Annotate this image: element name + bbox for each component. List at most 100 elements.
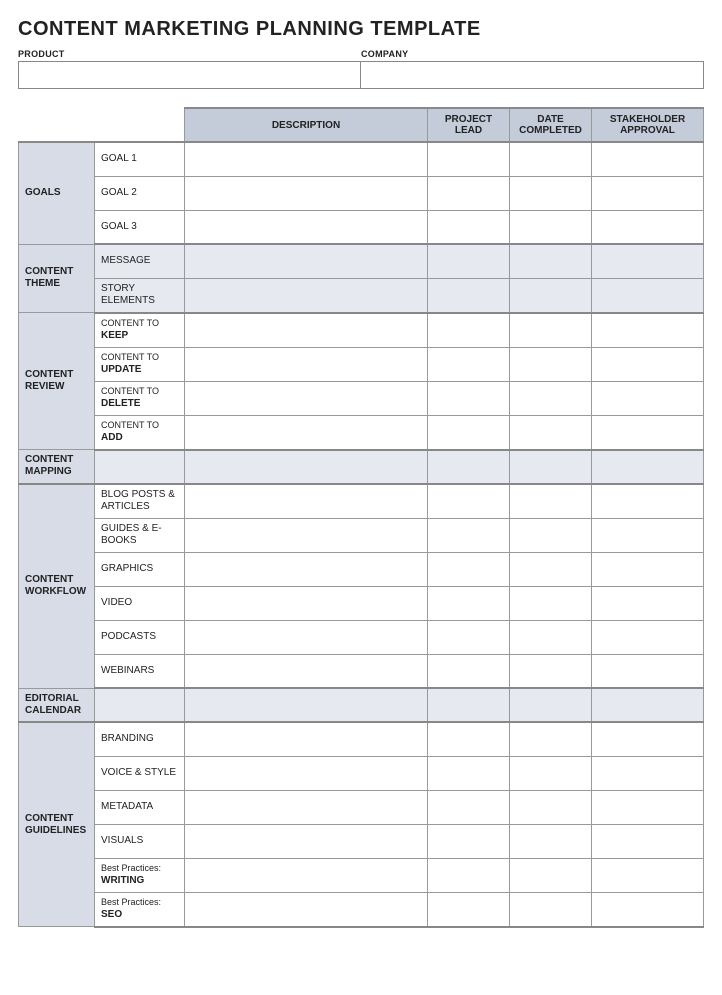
cell-lead[interactable] xyxy=(428,210,510,244)
cell-approval[interactable] xyxy=(592,688,704,722)
cell-desc[interactable] xyxy=(185,210,428,244)
cell-date[interactable] xyxy=(510,313,592,348)
cell-approval[interactable] xyxy=(592,381,704,415)
cell-date[interactable] xyxy=(510,278,592,313)
cell-lead[interactable] xyxy=(428,790,510,824)
sub-delete: CONTENT TODELETE xyxy=(95,381,185,415)
cell-date[interactable] xyxy=(510,824,592,858)
cell-approval[interactable] xyxy=(592,244,704,278)
cell-approval[interactable] xyxy=(592,450,704,484)
cell-date[interactable] xyxy=(510,484,592,519)
cell-approval[interactable] xyxy=(592,313,704,348)
cell-lead[interactable] xyxy=(428,586,510,620)
cell-desc[interactable] xyxy=(185,415,428,450)
cell-lead[interactable] xyxy=(428,552,510,586)
cell-date[interactable] xyxy=(510,654,592,688)
cell-lead[interactable] xyxy=(428,892,510,927)
cell-desc[interactable] xyxy=(185,347,428,381)
cell-date[interactable] xyxy=(510,688,592,722)
cell-desc[interactable] xyxy=(185,381,428,415)
cell-date[interactable] xyxy=(510,415,592,450)
cell-date[interactable] xyxy=(510,518,592,552)
cell-approval[interactable] xyxy=(592,824,704,858)
cell-desc[interactable] xyxy=(185,518,428,552)
cell-lead[interactable] xyxy=(428,484,510,519)
cell-approval[interactable] xyxy=(592,586,704,620)
cell-lead[interactable] xyxy=(428,381,510,415)
cell-lead[interactable] xyxy=(428,722,510,756)
cell-date[interactable] xyxy=(510,756,592,790)
cell-date[interactable] xyxy=(510,142,592,176)
cell-lead[interactable] xyxy=(428,654,510,688)
cell-lead[interactable] xyxy=(428,244,510,278)
cell-approval[interactable] xyxy=(592,892,704,927)
cell-desc[interactable] xyxy=(185,244,428,278)
cell-lead[interactable] xyxy=(428,313,510,348)
cell-desc[interactable] xyxy=(185,756,428,790)
cell-approval[interactable] xyxy=(592,790,704,824)
sub-update: CONTENT TOUPDATE xyxy=(95,347,185,381)
cell-date[interactable] xyxy=(510,620,592,654)
cell-desc[interactable] xyxy=(185,586,428,620)
cell-lead[interactable] xyxy=(428,858,510,892)
sub-bp-seo: Best Practices:SEO xyxy=(95,892,185,927)
cell-desc[interactable] xyxy=(185,176,428,210)
cell-desc[interactable] xyxy=(185,620,428,654)
cell-lead[interactable] xyxy=(428,415,510,450)
cell-desc[interactable] xyxy=(185,313,428,348)
sub-editorial xyxy=(95,688,185,722)
cell-approval[interactable] xyxy=(592,858,704,892)
section-content-mapping: CONTENT MAPPING xyxy=(19,450,95,484)
cell-desc[interactable] xyxy=(185,858,428,892)
cell-approval[interactable] xyxy=(592,142,704,176)
cell-desc[interactable] xyxy=(185,654,428,688)
cell-approval[interactable] xyxy=(592,722,704,756)
cell-desc[interactable] xyxy=(185,892,428,927)
cell-approval[interactable] xyxy=(592,415,704,450)
cell-lead[interactable] xyxy=(428,450,510,484)
cell-lead[interactable] xyxy=(428,278,510,313)
cell-approval[interactable] xyxy=(592,347,704,381)
cell-approval[interactable] xyxy=(592,278,704,313)
cell-desc[interactable] xyxy=(185,790,428,824)
cell-approval[interactable] xyxy=(592,484,704,519)
cell-approval[interactable] xyxy=(592,756,704,790)
product-input[interactable] xyxy=(18,61,361,89)
cell-desc[interactable] xyxy=(185,688,428,722)
cell-approval[interactable] xyxy=(592,620,704,654)
cell-desc[interactable] xyxy=(185,722,428,756)
cell-date[interactable] xyxy=(510,210,592,244)
cell-approval[interactable] xyxy=(592,654,704,688)
cell-lead[interactable] xyxy=(428,176,510,210)
cell-desc[interactable] xyxy=(185,824,428,858)
cell-approval[interactable] xyxy=(592,210,704,244)
cell-desc[interactable] xyxy=(185,552,428,586)
cell-lead[interactable] xyxy=(428,688,510,722)
cell-desc[interactable] xyxy=(185,484,428,519)
cell-date[interactable] xyxy=(510,552,592,586)
cell-lead[interactable] xyxy=(428,142,510,176)
cell-date[interactable] xyxy=(510,722,592,756)
cell-date[interactable] xyxy=(510,450,592,484)
cell-date[interactable] xyxy=(510,858,592,892)
company-input[interactable] xyxy=(361,61,704,89)
cell-date[interactable] xyxy=(510,381,592,415)
cell-date[interactable] xyxy=(510,244,592,278)
cell-desc[interactable] xyxy=(185,278,428,313)
cell-lead[interactable] xyxy=(428,620,510,654)
cell-approval[interactable] xyxy=(592,176,704,210)
cell-lead[interactable] xyxy=(428,756,510,790)
cell-date[interactable] xyxy=(510,176,592,210)
cell-desc[interactable] xyxy=(185,450,428,484)
cell-date[interactable] xyxy=(510,892,592,927)
cell-lead[interactable] xyxy=(428,347,510,381)
cell-lead[interactable] xyxy=(428,824,510,858)
cell-date[interactable] xyxy=(510,790,592,824)
cell-approval[interactable] xyxy=(592,552,704,586)
cell-date[interactable] xyxy=(510,586,592,620)
cell-approval[interactable] xyxy=(592,518,704,552)
cell-date[interactable] xyxy=(510,347,592,381)
cell-lead[interactable] xyxy=(428,518,510,552)
company-label: COMPANY xyxy=(361,49,704,59)
cell-desc[interactable] xyxy=(185,142,428,176)
